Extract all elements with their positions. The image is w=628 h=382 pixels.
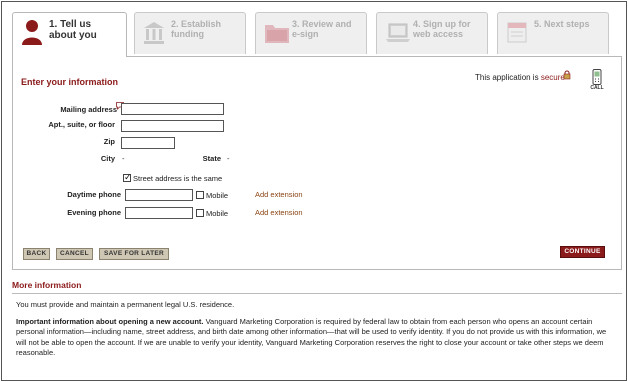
laptop-icon [386, 23, 410, 42]
city-label: City [100, 154, 115, 163]
tab-label: 1. Tell us about you [49, 19, 97, 41]
zip-label: Zip [103, 137, 115, 146]
evening-phone-input[interactable] [125, 207, 193, 219]
continue-button[interactable]: CONTINUE [560, 246, 605, 258]
city-value: - [122, 154, 125, 163]
back-button[interactable]: BACK [23, 248, 50, 260]
secure-notice: This application is secure [475, 73, 565, 82]
daytime-phone-label: Daytime phone [67, 190, 121, 199]
tab-label: 2. Establish funding [171, 19, 222, 39]
daytime-mobile-checkbox[interactable] [196, 191, 204, 199]
tab-label: 4. Sign up for web access [413, 19, 471, 39]
tab-sign-up-web-access[interactable]: 4. Sign up for web access [376, 12, 488, 54]
evening-mobile-checkbox[interactable] [196, 209, 204, 217]
mailing-address-label: Mailing address [60, 105, 117, 114]
daytime-phone-input[interactable] [125, 189, 193, 201]
mailing-address-input[interactable] [121, 103, 224, 115]
more-information-title: More information [12, 280, 622, 294]
zip-input[interactable] [121, 137, 175, 149]
more-information-section: More information You must provide and ma… [12, 280, 622, 359]
form-panel: Enter your information This application … [12, 56, 622, 270]
daytime-mobile-label: Mobile [206, 191, 229, 200]
residence-text: You must provide and maintain a permanen… [16, 300, 235, 309]
important-information: Important information about opening a ne… [12, 317, 622, 359]
tab-label: 3. Review and e-sign [292, 19, 352, 39]
tab-review-and-esign[interactable]: 3. Review and e-sign [255, 12, 367, 54]
evening-mobile-label: Mobile [206, 209, 229, 218]
phone-icon [592, 69, 602, 85]
evening-add-extension-link[interactable]: Add extension [255, 208, 303, 217]
tab-tell-us-about-you[interactable]: 1. Tell us about you [12, 12, 127, 57]
save-for-later-button[interactable]: SAVE FOR LATER [99, 248, 169, 260]
call-label: CALL [590, 85, 604, 91]
state-value: - [227, 154, 230, 163]
secure-link[interactable]: secure [541, 73, 565, 82]
secure-prefix: This application is [475, 73, 539, 82]
state-label: State [202, 154, 221, 163]
cancel-button[interactable]: CANCEL [56, 248, 93, 260]
apt-suite-floor-input[interactable] [121, 120, 224, 132]
street-same-checkbox[interactable] [123, 172, 132, 183]
apt-suite-floor-label: Apt., suite, or floor [48, 120, 115, 129]
call-button[interactable]: CALL [589, 69, 605, 93]
daytime-add-extension-link[interactable]: Add extension [255, 190, 303, 199]
calendar-icon [507, 22, 527, 43]
tab-next-steps[interactable]: 5. Next steps [497, 12, 609, 54]
bank-icon [144, 22, 164, 44]
important-heading: Important information about opening a ne… [16, 316, 204, 326]
step-tabs: 1. Tell us about you 2. Establish fundin… [12, 12, 622, 57]
lock-icon [563, 70, 571, 80]
tab-label: 5. Next steps [534, 19, 590, 29]
folder-icon [265, 25, 289, 43]
tab-establish-funding[interactable]: 2. Establish funding [134, 12, 246, 54]
person-icon [22, 20, 42, 45]
evening-phone-label: Evening phone [67, 208, 121, 217]
application-frame: 1. Tell us about you 2. Establish fundin… [1, 1, 627, 381]
section-title: Enter your information [21, 77, 119, 87]
street-same-label: Street address is the same [133, 174, 223, 183]
